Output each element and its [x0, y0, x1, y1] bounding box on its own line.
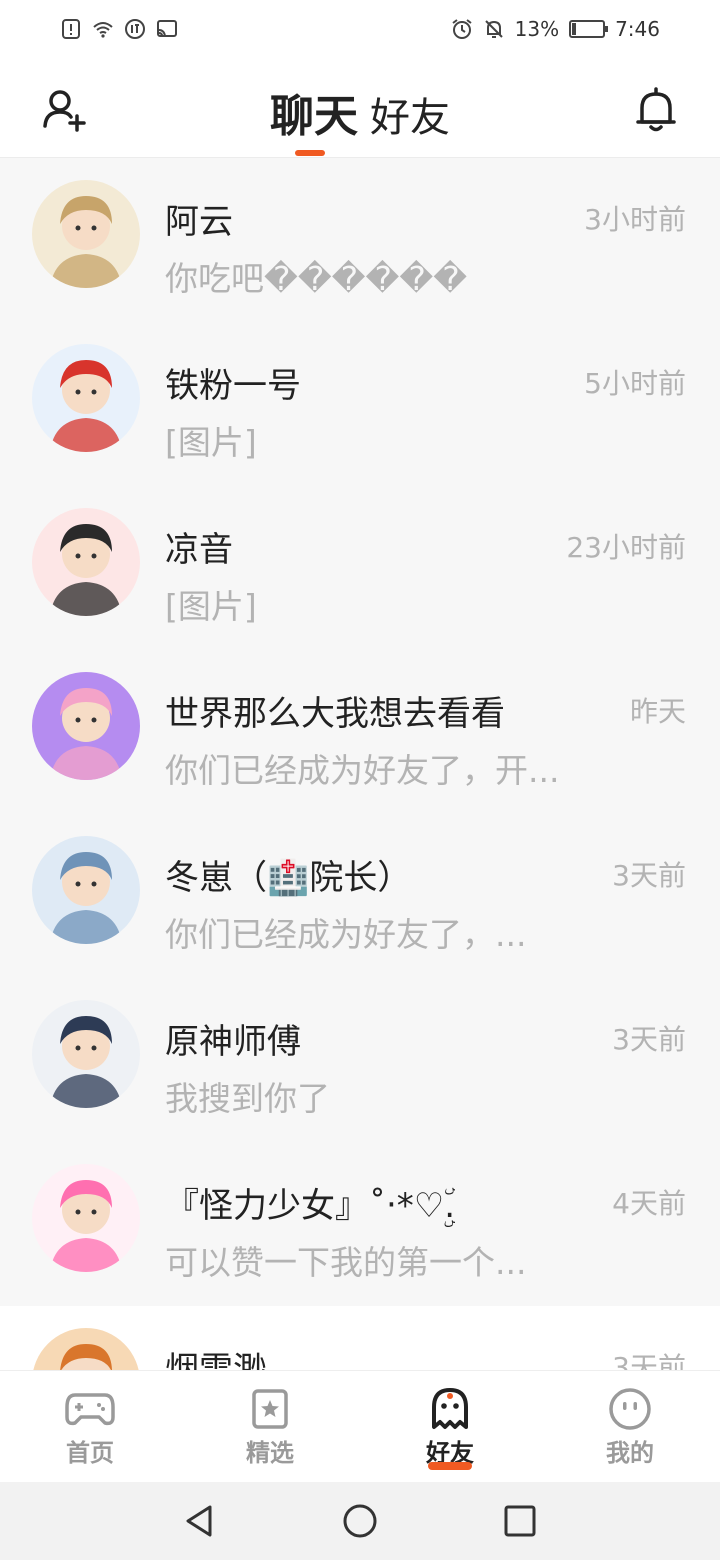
chat-preview: 你吃吧������ [165, 259, 468, 298]
nav-label: 精选 [246, 1439, 294, 1467]
chat-time: 23小时前 [566, 531, 686, 564]
back-icon [186, 1505, 212, 1537]
alarm-icon [451, 18, 473, 40]
avatar[interactable] [32, 344, 140, 452]
ghost-icon [425, 1387, 475, 1431]
chat-row[interactable]: 原神师傅 3天前 我搜到你了 [0, 978, 720, 1142]
tab-chat[interactable]: 聊天 [270, 80, 358, 144]
chat-name: 阿云 [165, 202, 233, 242]
chat-name: 冬崽（🏥院长） [165, 858, 412, 898]
tab-friends[interactable]: 好友 [370, 85, 450, 143]
recents-button[interactable] [500, 1501, 540, 1541]
alert-icon [60, 18, 82, 40]
notifications-button[interactable] [632, 86, 680, 134]
star-card-icon [245, 1387, 295, 1431]
chat-row[interactable]: 阿云 3小时前 你吃吧������ [0, 158, 720, 322]
nav-me[interactable]: 我的 [540, 1371, 720, 1482]
status-bar: 13% 7:46 [0, 0, 720, 58]
chat-time: 3天前 [612, 859, 686, 892]
chat-time: 昨天 [629, 695, 686, 728]
recents-icon [504, 1505, 536, 1537]
bottom-nav: 首页 精选 好友 我的 [0, 1370, 720, 1482]
nav-label: 我的 [606, 1439, 654, 1467]
chat-row[interactable]: 冬崽（🏥院长） 3天前 你们已经成为好友了，... [0, 814, 720, 978]
chat-preview: 你们已经成为好友了，... [165, 915, 527, 954]
chat-preview: [图片] [165, 587, 257, 626]
system-nav-bar [0, 1482, 720, 1560]
nav-featured[interactable]: 精选 [180, 1371, 360, 1482]
chat-time: 3天前 [612, 1351, 686, 1370]
chat-row[interactable]: 凉音 23小时前 [图片] [0, 486, 720, 650]
status-icons-right: 13% 7:46 [451, 17, 660, 41]
chat-list: 阿云 3小时前 你吃吧������ 铁粉一号 5小时前 [图片] 凉音 23小时… [0, 158, 720, 1370]
nav-home[interactable]: 首页 [0, 1371, 180, 1482]
chat-row[interactable]: 世界那么大我想去看看 昨天 你们已经成为好友了，开... [0, 650, 720, 814]
battery-level [572, 23, 576, 35]
bell-icon [636, 87, 676, 132]
avatar[interactable] [32, 672, 140, 780]
chat-time: 3天前 [612, 1023, 686, 1056]
avatar[interactable] [32, 180, 140, 288]
chat-preview: 可以赞一下我的第一个... [165, 1243, 527, 1282]
chat-time: 3小时前 [584, 203, 686, 236]
back-button[interactable] [180, 1501, 220, 1541]
clock: 7:46 [615, 17, 660, 41]
data-saver-icon [124, 18, 146, 40]
app-header: 聊天 好友 [0, 58, 720, 158]
chat-name: 『怪力少女』˚‧*♡ۣۜ. [165, 1186, 456, 1226]
active-nav-indicator [428, 1462, 472, 1470]
gamepad-icon [65, 1387, 115, 1431]
avatar[interactable] [32, 1000, 140, 1108]
battery-percent: 13% [514, 17, 560, 41]
chat-name: 烟雪渺 [165, 1350, 267, 1370]
cast-icon [156, 18, 178, 40]
chat-preview: 我搜到你了 [165, 1079, 330, 1118]
chat-time: 4天前 [612, 1187, 686, 1220]
wifi-icon [92, 18, 114, 40]
active-tab-indicator [295, 150, 325, 156]
battery-icon [569, 20, 609, 38]
chat-row[interactable]: 铁粉一号 5小时前 [图片] [0, 322, 720, 486]
chat-time: 5小时前 [584, 367, 686, 400]
chat-name: 凉音 [165, 530, 233, 570]
chat-name: 铁粉一号 [165, 366, 301, 406]
avatar[interactable] [32, 1164, 140, 1272]
home-icon [343, 1504, 377, 1538]
chat-preview: 你们已经成为好友了，开... [165, 751, 560, 790]
mute-bell-icon [483, 18, 505, 40]
chat-name: 世界那么大我想去看看 [165, 694, 505, 734]
nav-friends[interactable]: 好友 [360, 1371, 540, 1482]
chat-row[interactable]: 『怪力少女』˚‧*♡ۣۜ. 4天前 可以赞一下我的第一个... [0, 1142, 720, 1306]
chat-preview: [图片] [165, 423, 257, 462]
avatar[interactable] [32, 1328, 140, 1370]
chat-row[interactable]: 烟雪渺 3天前 [0, 1306, 720, 1370]
smiley-icon [605, 1387, 655, 1431]
home-button[interactable] [340, 1501, 380, 1541]
status-icons-left [60, 18, 178, 40]
avatar[interactable] [32, 508, 140, 616]
chat-name: 原神师傅 [165, 1022, 301, 1062]
header-tabs: 聊天 好友 [0, 80, 720, 144]
avatar[interactable] [32, 836, 140, 944]
nav-label: 首页 [66, 1439, 114, 1467]
